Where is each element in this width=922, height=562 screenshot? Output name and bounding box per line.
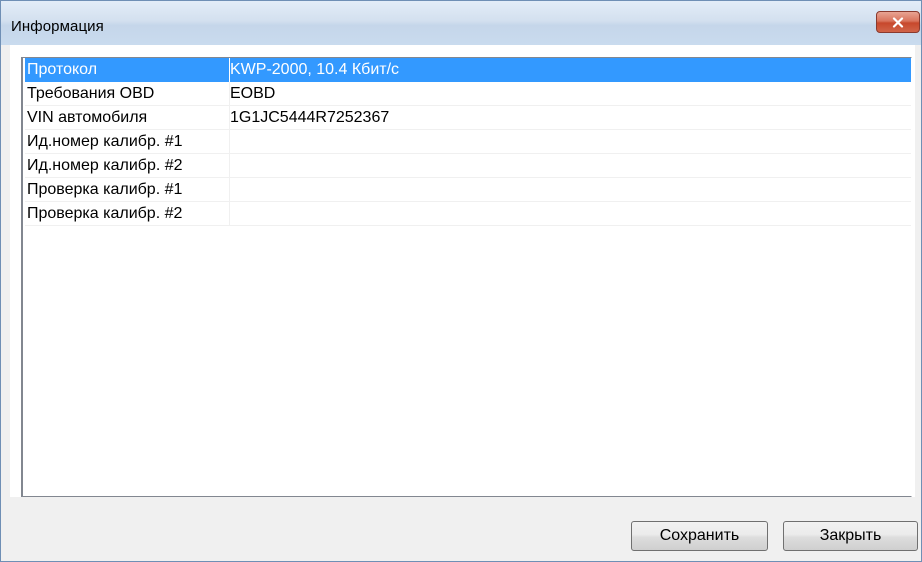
- save-button[interactable]: Сохранить: [631, 521, 768, 551]
- row-value: EOBD: [230, 85, 276, 102]
- list-row-calibration-id-1[interactable]: Ид.номер калибр. #1: [25, 130, 911, 154]
- row-name: Проверка калибр. #1: [27, 181, 183, 198]
- close-icon: [892, 16, 904, 28]
- list-row-calibration-id-2[interactable]: Ид.номер калибр. #2: [25, 154, 911, 178]
- list-row-calibration-check-1[interactable]: Проверка калибр. #1: [25, 178, 911, 202]
- column-divider: [229, 154, 230, 178]
- row-name: Ид.номер калибр. #1: [27, 133, 183, 150]
- column-divider: [229, 178, 230, 202]
- title-bar[interactable]: Информация: [1, 1, 921, 45]
- row-name: Протокол: [27, 61, 98, 78]
- close-button[interactable]: Закрыть: [783, 521, 918, 551]
- info-dialog: Информация Протокол KWP-2000, 10.4 Кбит/…: [0, 0, 922, 562]
- dialog-footer: Сохранить Закрыть: [10, 497, 918, 555]
- window-close-button[interactable]: [876, 11, 920, 33]
- list-row-vin[interactable]: VIN автомобиля 1G1JC5444R7252367: [25, 106, 911, 130]
- list-row-calibration-check-2[interactable]: Проверка калибр. #2: [25, 202, 911, 226]
- column-divider: [229, 130, 230, 154]
- row-name: Проверка калибр. #2: [27, 205, 183, 222]
- window-title: Информация: [11, 18, 104, 35]
- info-list[interactable]: Протокол KWP-2000, 10.4 Кбит/с Требовани…: [21, 57, 912, 497]
- row-name: Ид.номер калибр. #2: [27, 157, 183, 174]
- column-divider: [229, 202, 230, 226]
- list-row-protocol[interactable]: Протокол KWP-2000, 10.4 Кбит/с: [25, 58, 911, 82]
- row-value: KWP-2000, 10.4 Кбит/с: [230, 61, 400, 78]
- list-row-obd-requirements[interactable]: Требования OBD EOBD: [25, 82, 911, 106]
- dialog-body: Протокол KWP-2000, 10.4 Кбит/с Требовани…: [10, 45, 918, 555]
- row-name: VIN автомобиля: [27, 109, 148, 126]
- row-name: Требования OBD: [27, 85, 155, 102]
- row-value: 1G1JC5444R7252367: [230, 109, 390, 126]
